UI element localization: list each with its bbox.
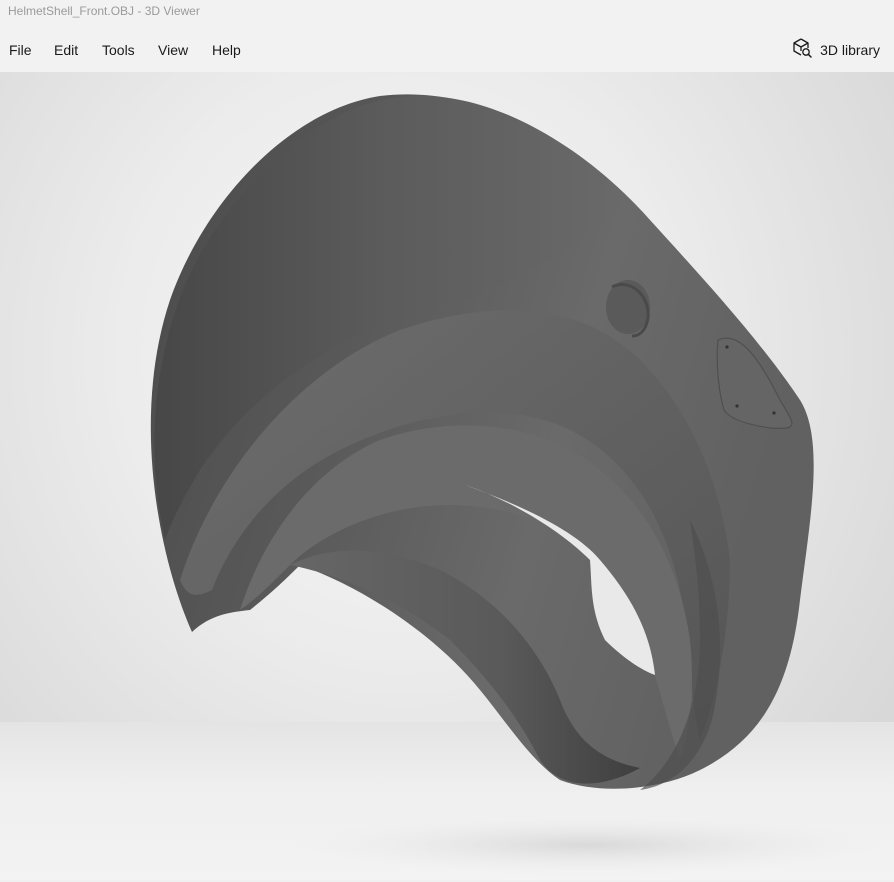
plate-screw <box>735 404 739 408</box>
helmet-shell-model[interactable] <box>0 72 894 880</box>
menu-bar: File Edit Tools View Help 3D library <box>0 24 894 72</box>
menu-view[interactable]: View <box>158 42 188 58</box>
model-shadow <box>290 815 890 875</box>
title-bar[interactable]: HelmetShell_Front.OBJ - 3D Viewer <box>0 0 894 24</box>
menu-edit[interactable]: Edit <box>54 42 78 58</box>
3d-viewport[interactable] <box>0 72 894 880</box>
menu-file[interactable]: File <box>9 42 32 58</box>
menu-tools[interactable]: Tools <box>102 42 135 58</box>
menu-help[interactable]: Help <box>212 42 241 58</box>
3d-library-label: 3D library <box>820 42 880 58</box>
3d-library-button[interactable]: 3D library <box>791 37 880 64</box>
plate-screw <box>772 411 776 415</box>
3d-cube-search-icon <box>791 37 813 64</box>
app-window: HelmetShell_Front.OBJ - 3D Viewer File E… <box>0 0 894 882</box>
plate-screw <box>725 345 729 349</box>
window-title: HelmetShell_Front.OBJ - 3D Viewer <box>8 4 200 18</box>
